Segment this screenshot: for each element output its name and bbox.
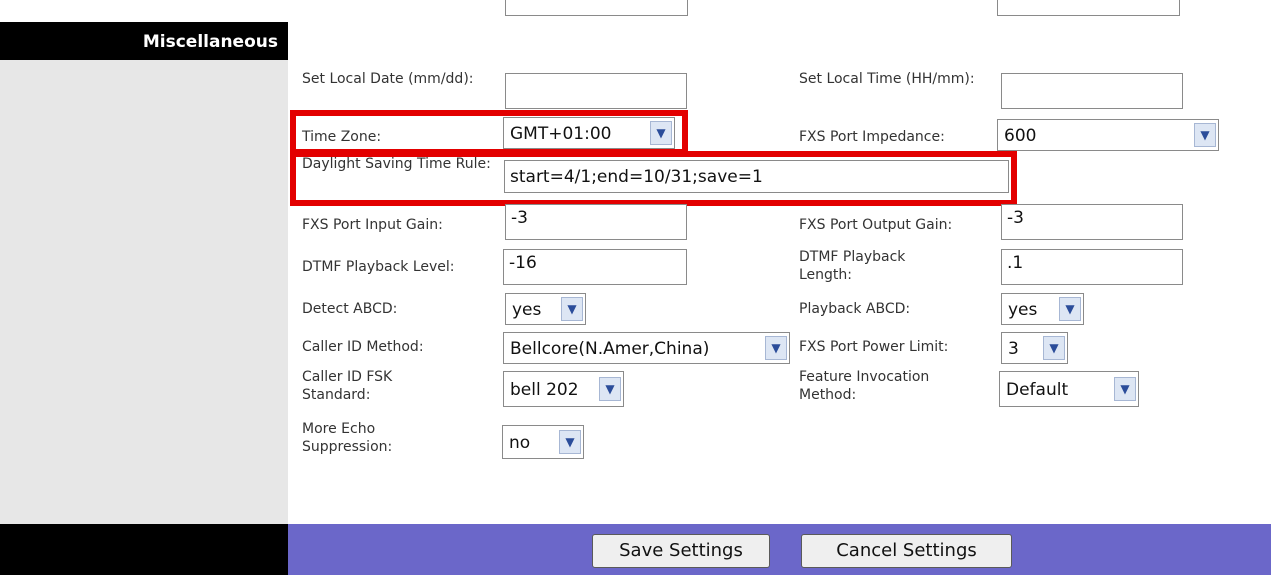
label-more-echo-suppression: More Echo Suppression: <box>302 421 393 455</box>
playback-abcd-value: yes <box>1008 300 1038 320</box>
highlight-daylight-saving <box>290 151 1017 206</box>
fxs-port-output-gain-input[interactable]: -3 <box>1001 204 1183 240</box>
label-caller-id-method: Caller ID Method: <box>302 339 424 355</box>
chevron-down-icon[interactable]: ▼ <box>1043 336 1065 360</box>
label-set-local-time: Set Local Time (HH/mm): <box>799 71 975 87</box>
playback-abcd-select[interactable]: yes ▼ <box>1001 293 1084 325</box>
fxs-port-impedance-select[interactable]: 600 ▼ <box>997 119 1219 151</box>
label-fxs-port-impedance: FXS Port Impedance: <box>799 129 945 145</box>
caller-id-fsk-standard-select[interactable]: bell 202 ▼ <box>503 371 624 407</box>
chevron-down-icon[interactable]: ▼ <box>1059 297 1081 321</box>
set-local-time-input[interactable] <box>1001 73 1183 109</box>
dtmf-playback-length-input[interactable]: .1 <box>1001 249 1183 285</box>
feature-invocation-method-select[interactable]: Default ▼ <box>999 371 1139 407</box>
sidebar-section-title: Miscellaneous <box>0 22 288 60</box>
sidebar-footer <box>0 524 288 575</box>
highlight-time-zone <box>290 110 688 155</box>
dtmf-playback-level-input[interactable]: -16 <box>503 249 687 285</box>
more-echo-suppression-select[interactable]: no ▼ <box>502 425 584 459</box>
label-fxs-port-input-gain: FXS Port Input Gain: <box>302 217 443 233</box>
sidebar-panel <box>0 60 288 524</box>
set-local-date-input[interactable] <box>505 73 687 109</box>
chevron-down-icon[interactable]: ▼ <box>1194 123 1216 147</box>
fxs-port-input-gain-input[interactable]: -3 <box>505 204 687 240</box>
fxs-port-power-limit-value: 3 <box>1008 339 1019 359</box>
label-caller-id-fsk-standard: Caller ID FSK Standard: <box>302 369 393 403</box>
label-fxs-port-power-limit: FXS Port Power Limit: <box>799 339 949 355</box>
caller-id-fsk-standard-value: bell 202 <box>510 380 579 400</box>
partial-input[interactable] <box>505 0 688 16</box>
chevron-down-icon[interactable]: ▼ <box>561 297 583 321</box>
label-dtmf-playback-level: DTMF Playback Level: <box>302 259 455 275</box>
detect-abcd-select[interactable]: yes ▼ <box>505 293 586 325</box>
label-fxs-port-output-gain: FXS Port Output Gain: <box>799 217 953 233</box>
chevron-down-icon[interactable]: ▼ <box>765 336 787 360</box>
fxs-port-power-limit-select[interactable]: 3 ▼ <box>1001 332 1068 364</box>
cancel-settings-button[interactable]: Cancel Settings <box>801 534 1012 568</box>
caller-id-method-select[interactable]: Bellcore(N.Amer,China) ▼ <box>503 332 790 364</box>
more-echo-suppression-value: no <box>509 433 531 453</box>
detect-abcd-value: yes <box>512 300 542 320</box>
label-dtmf-playback-length: DTMF Playback Length: <box>799 249 906 283</box>
label-playback-abcd: Playback ABCD: <box>799 301 911 317</box>
feature-invocation-method-value: Default <box>1006 380 1069 400</box>
label-set-local-date: Set Local Date (mm/dd): <box>302 71 474 87</box>
settings-form: Set Local Date (mm/dd): Set Local Time (… <box>288 0 1271 524</box>
label-feature-invocation-method: Feature Invocation Method: <box>799 369 930 403</box>
chevron-down-icon[interactable]: ▼ <box>559 430 581 454</box>
footer-bar: Save Settings Cancel Settings <box>288 524 1271 575</box>
save-settings-button[interactable]: Save Settings <box>592 534 770 568</box>
chevron-down-icon[interactable]: ▼ <box>1114 377 1136 401</box>
chevron-down-icon[interactable]: ▼ <box>599 377 621 401</box>
sidebar-top <box>0 0 288 22</box>
caller-id-method-value: Bellcore(N.Amer,China) <box>510 339 710 359</box>
fxs-port-impedance-value: 600 <box>1004 126 1037 146</box>
label-detect-abcd: Detect ABCD: <box>302 301 398 317</box>
partial-input[interactable] <box>997 0 1180 16</box>
